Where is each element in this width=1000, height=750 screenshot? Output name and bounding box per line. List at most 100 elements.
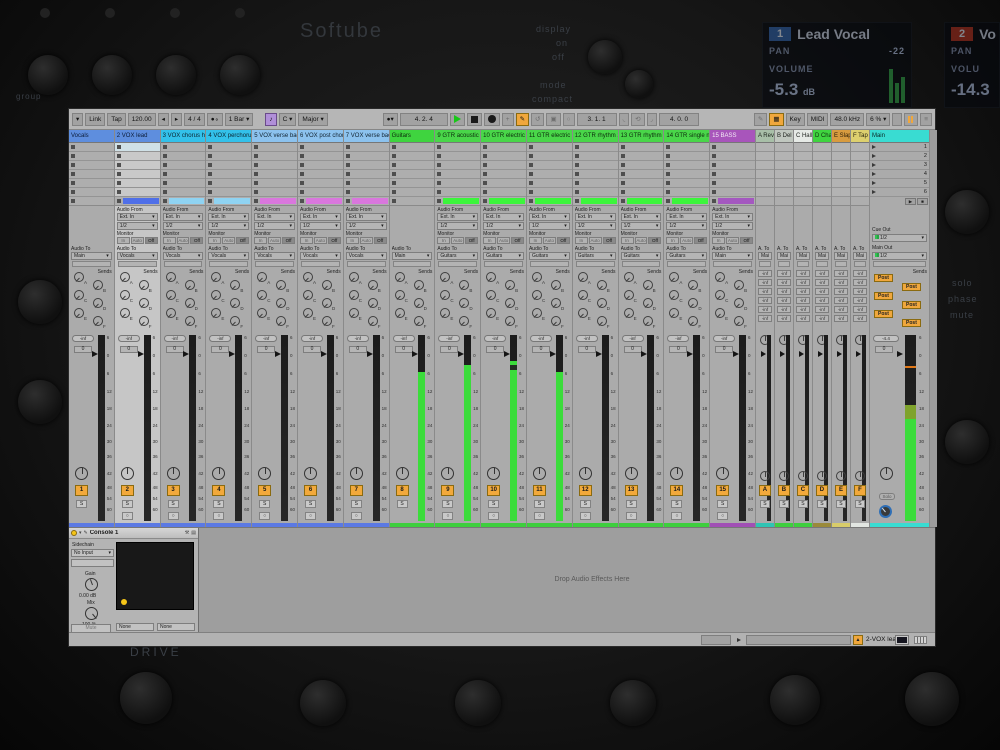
output-menu[interactable]: Guitars▾ (621, 252, 662, 260)
clip-slot-row[interactable] (710, 197, 755, 206)
clip-slot[interactable] (344, 161, 389, 170)
track-title[interactable]: D Cha (813, 130, 831, 143)
scene-scrollbar-gutter[interactable] (930, 130, 937, 527)
send-value-box[interactable]: -inf (758, 297, 772, 304)
peak-level-display[interactable]: -inf (118, 335, 140, 342)
clip-slot[interactable] (161, 152, 206, 161)
clip-slot[interactable] (813, 170, 831, 179)
clip-slot[interactable] (69, 170, 114, 179)
send-value-box[interactable]: -inf (815, 297, 829, 304)
send-knob-b[interactable]: B (551, 280, 561, 290)
send-knob-d[interactable]: D (414, 298, 424, 308)
clip-slot[interactable] (344, 179, 389, 188)
output-menu[interactable]: Guitars▾ (575, 252, 616, 260)
send-knob-e[interactable]: E (532, 308, 542, 318)
send-knob-e[interactable]: E (74, 308, 84, 318)
send-knob-f[interactable]: F (551, 316, 561, 326)
track-activator-button[interactable]: 9 (441, 485, 454, 496)
clip-slot[interactable] (115, 152, 160, 161)
monitor-in-button[interactable]: In (163, 237, 176, 244)
input-type-menu[interactable]: Ext. In▾ (529, 213, 570, 221)
pan-value[interactable]: 0 (120, 346, 138, 353)
volume-fader-handle[interactable] (780, 351, 785, 357)
mini-pan-knob[interactable] (760, 471, 770, 481)
track-title[interactable]: 7 VOX verse back (344, 130, 389, 143)
pan-knob[interactable] (625, 467, 638, 480)
send-knob-c[interactable]: C (486, 290, 496, 300)
send-value-box[interactable]: -inf (853, 279, 867, 286)
pan-knob[interactable] (670, 467, 683, 480)
clip-slot[interactable] (664, 170, 709, 179)
playing-clip[interactable] (260, 198, 296, 204)
clip-slot[interactable] (527, 170, 572, 179)
mini-pan-knob[interactable] (779, 471, 789, 481)
peak-level-display[interactable]: -inf (72, 335, 94, 342)
clip-slot[interactable] (619, 170, 664, 179)
monitor-buttons[interactable]: InAutoOff (483, 237, 524, 244)
send-value-box[interactable]: -inf (777, 288, 791, 295)
clip-slot-row[interactable] (851, 197, 869, 206)
track-title[interactable]: 3 VOX chorus har (161, 130, 206, 143)
monitor-auto-button[interactable]: Auto (451, 237, 464, 244)
pan-value[interactable]: 0 (875, 346, 893, 353)
clip-slot-row[interactable] (813, 197, 831, 206)
sidechain-input-menu[interactable]: No Input▾ (71, 549, 114, 557)
input-type-menu[interactable]: Ext. In▾ (666, 213, 707, 221)
monitor-in-button[interactable]: In (346, 237, 359, 244)
monitor-in-button[interactable]: In (575, 237, 588, 244)
mix-knob[interactable] (85, 607, 98, 620)
monitor-in-button[interactable]: In (300, 237, 313, 244)
clip-slot[interactable] (664, 143, 709, 152)
monitor-auto-button[interactable]: Auto (268, 237, 281, 244)
input-channel-menu[interactable]: 1/2▾ (575, 222, 616, 230)
output-menu[interactable]: Main▾ (71, 252, 112, 260)
clip-slot[interactable] (435, 143, 480, 152)
clip-slot[interactable] (252, 179, 297, 188)
device-save-icon[interactable]: ▤ (191, 530, 196, 536)
pan-value[interactable]: 0 (257, 346, 275, 353)
scene-launch-icon[interactable] (872, 154, 876, 158)
send-knob-d[interactable]: D (368, 298, 378, 308)
capture-midi-button[interactable]: ▣ (546, 113, 560, 126)
send-knob-c[interactable]: C (211, 290, 221, 300)
playing-clip[interactable] (214, 198, 250, 204)
clip-slot[interactable] (775, 188, 793, 197)
track-activator-button[interactable]: 10 (487, 485, 500, 496)
send-value-box[interactable]: -inf (796, 270, 810, 277)
clip-slot[interactable] (851, 152, 869, 161)
clip-slot[interactable] (794, 152, 812, 161)
track-title[interactable]: 13 GTR rhythm 1 (619, 130, 664, 143)
clip-slot[interactable] (710, 152, 755, 161)
pan-value[interactable]: 0 (578, 346, 596, 353)
clip-slot[interactable] (710, 161, 755, 170)
cue-out-menu[interactable]: 1/2▾ (872, 234, 927, 242)
clip-slot[interactable] (573, 143, 618, 152)
clip-slot[interactable] (390, 161, 435, 170)
play-button[interactable] (450, 113, 465, 126)
clip-slot[interactable] (756, 170, 774, 179)
clip-slot[interactable] (775, 152, 793, 161)
arm-button[interactable]: ○ (168, 512, 179, 520)
plugin-window-toggle[interactable] (895, 635, 909, 645)
send-knob-b[interactable]: B (276, 280, 286, 290)
solo-button[interactable]: S (76, 500, 87, 508)
send-knob-b[interactable]: B (185, 280, 195, 290)
clip-slot[interactable] (206, 179, 251, 188)
send-knob-a[interactable]: A (624, 272, 634, 282)
clip-slot[interactable] (161, 179, 206, 188)
clip-slot-row[interactable] (206, 197, 251, 206)
arm-button[interactable]: ○ (305, 512, 316, 520)
send-knob-c[interactable]: C (715, 290, 725, 300)
send-knob-a[interactable]: A (715, 272, 725, 282)
send-knob-f[interactable]: F (414, 316, 424, 326)
cue-post-button[interactable]: Post (874, 292, 893, 300)
solo-button[interactable]: S (671, 500, 682, 508)
clip-slot[interactable] (573, 188, 618, 197)
send-knob-c[interactable]: C (120, 290, 130, 300)
track-title[interactable]: Main (870, 130, 929, 143)
pan-value[interactable]: 0 (349, 346, 367, 353)
solo-button[interactable]: S (168, 500, 179, 508)
track-activator-button[interactable]: 13 (625, 485, 638, 496)
monitor-off-button[interactable]: Off (603, 237, 616, 244)
clip-slot[interactable] (435, 152, 480, 161)
